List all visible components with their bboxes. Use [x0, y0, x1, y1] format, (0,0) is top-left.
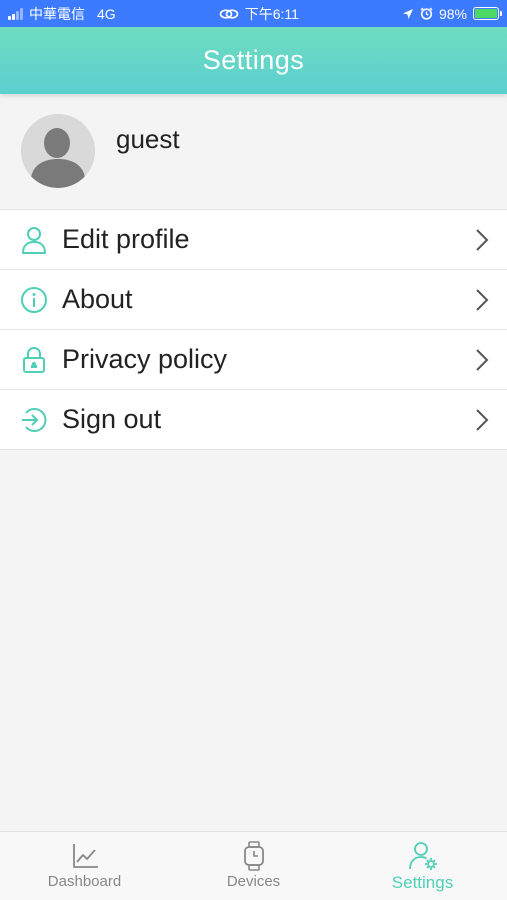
- location-arrow-icon: [402, 8, 413, 19]
- menu-item-edit-profile[interactable]: Edit profile: [0, 210, 507, 270]
- chevron-right-icon: [476, 409, 489, 431]
- tab-label: Dashboard: [47, 873, 122, 890]
- settings-menu: Edit profile About Privacy policy Sign o…: [0, 209, 507, 450]
- status-left: 中華電信 4G: [8, 4, 116, 24]
- tab-bar: Dashboard Devices Settings: [0, 831, 507, 900]
- menu-item-label: Sign out: [62, 404, 162, 434]
- user-settings-icon: [408, 842, 437, 870]
- menu-item-about[interactable]: About: [0, 270, 507, 330]
- sign-out-icon: [20, 406, 48, 434]
- menu-item-privacy-policy[interactable]: Privacy policy: [0, 330, 507, 390]
- menu-item-label: About: [62, 284, 133, 314]
- network-type: 4G: [97, 5, 116, 22]
- person-silhouette-icon: [21, 114, 95, 188]
- lock-icon: [20, 346, 48, 374]
- link-icon: [219, 8, 239, 19]
- tab-label: Settings: [391, 873, 454, 892]
- profile-section: guest: [0, 94, 507, 209]
- battery-percent: 98%: [438, 5, 467, 22]
- status-center: 下午6:11: [219, 4, 299, 24]
- info-icon: [20, 286, 48, 314]
- profile-name: guest: [116, 124, 180, 154]
- tab-devices[interactable]: Devices: [169, 832, 338, 900]
- tab-label: Devices: [226, 873, 281, 890]
- battery-icon: [473, 7, 502, 20]
- chevron-right-icon: [476, 349, 489, 371]
- chart-icon: [72, 844, 98, 868]
- page-title: Settings: [202, 45, 305, 75]
- menu-item-label: Privacy policy: [62, 344, 228, 374]
- tab-settings[interactable]: Settings: [338, 832, 507, 900]
- status-bar: 中華電信 4G 下午6:11 98%: [0, 0, 507, 27]
- menu-item-sign-out[interactable]: Sign out: [0, 390, 507, 450]
- status-right: 98%: [402, 5, 502, 22]
- alarm-icon: [420, 7, 433, 20]
- menu-item-label: Edit profile: [62, 224, 190, 254]
- chevron-right-icon: [476, 289, 489, 311]
- user-icon: [20, 226, 48, 254]
- tab-dashboard[interactable]: Dashboard: [0, 832, 169, 900]
- chevron-right-icon: [476, 229, 489, 251]
- avatar[interactable]: [21, 114, 95, 188]
- header: Settings: [0, 27, 507, 94]
- watch-icon: [243, 841, 264, 871]
- carrier-name: 中華電信: [29, 5, 85, 22]
- status-time: 下午6:11: [244, 5, 299, 22]
- signal-icon: [8, 7, 23, 20]
